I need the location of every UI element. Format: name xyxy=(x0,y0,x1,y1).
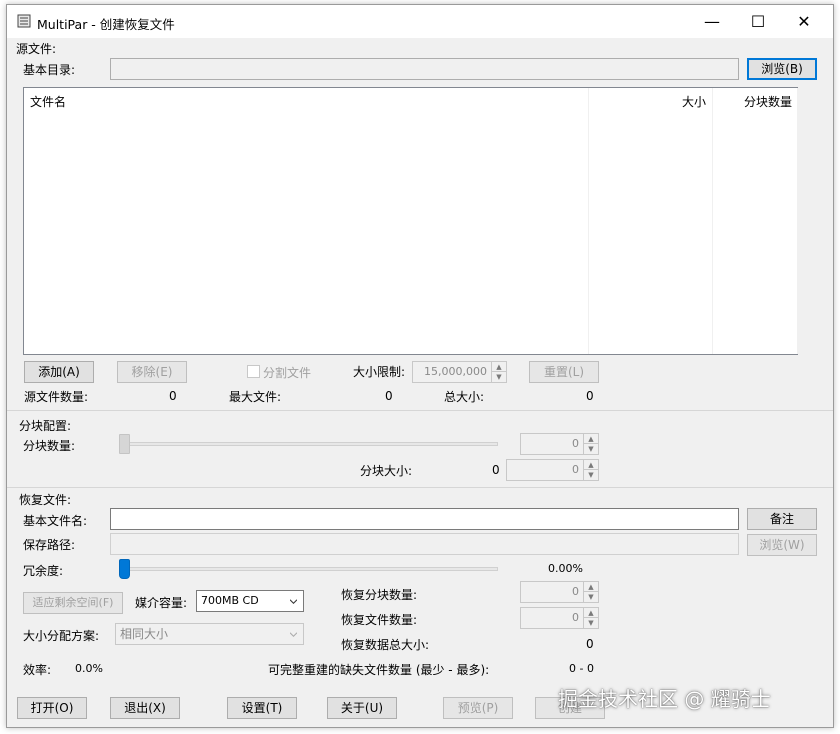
save-path-browse-button[interactable]: 浏览(W) xyxy=(747,534,817,556)
size-limit-label: 大小限制: xyxy=(353,365,406,379)
watermark-text: 掘金技术社区 @ 耀骑士 xyxy=(558,687,771,711)
preview-button[interactable]: 预览(P) xyxy=(443,697,513,719)
group-separator xyxy=(7,487,833,488)
maximize-icon: ☐ xyxy=(750,12,766,31)
block-count-slider-thumb[interactable] xyxy=(119,434,130,454)
base-name-label: 基本文件名: xyxy=(23,514,88,528)
about-button[interactable]: 关于(U) xyxy=(327,697,397,719)
max-file-value: 0 xyxy=(385,389,393,403)
column-size[interactable]: 大小 xyxy=(682,93,706,110)
window-title: MultiPar - 创建恢复文件 xyxy=(37,17,175,32)
chevron-down-icon xyxy=(290,599,297,604)
media-size-label: 媒介容量: xyxy=(135,596,188,610)
efficiency-value: 0.0% xyxy=(75,662,103,675)
source-file-list[interactable]: 文件名 大小 分块数量 xyxy=(23,87,798,355)
save-path-field xyxy=(110,533,739,555)
size-allocation-value: 相同大小 xyxy=(120,627,169,641)
split-file-label: 分割文件 xyxy=(263,366,312,380)
spin-up-icon[interactable]: ▲ xyxy=(492,362,506,372)
column-block-count[interactable]: 分块数量 xyxy=(744,93,792,110)
redundancy-value: 0.00% xyxy=(548,562,583,575)
column-filename[interactable]: 文件名 xyxy=(30,93,66,110)
size-limit-spinner[interactable]: ▲ ▼ xyxy=(491,361,507,383)
group-separator xyxy=(7,410,833,411)
total-size-value: 0 xyxy=(586,389,594,403)
recovery-total-size-value: 0 xyxy=(586,637,594,651)
fit-free-space-button[interactable]: 适应剩余空间(F) xyxy=(23,592,123,614)
column-divider xyxy=(588,88,589,354)
spin-up-icon[interactable]: ▲ xyxy=(584,608,598,618)
recovery-blocks-spinner[interactable]: ▲ ▼ xyxy=(583,581,599,603)
base-name-input[interactable] xyxy=(110,508,739,530)
close-button[interactable]: ✕ xyxy=(781,5,827,38)
max-file-label: 最大文件: xyxy=(229,390,282,404)
media-size-value: 700MB CD xyxy=(201,594,259,607)
maximize-button[interactable]: ☐ xyxy=(735,5,781,38)
recovery-blocks-input[interactable]: 0 xyxy=(520,581,584,603)
open-button[interactable]: 打开(O) xyxy=(17,697,87,719)
chevron-down-icon xyxy=(290,632,297,637)
size-limit-input[interactable]: 15,000,000 xyxy=(412,361,492,383)
recovery-files-label: 恢复文件数量: xyxy=(341,613,418,627)
spin-down-icon[interactable]: ▼ xyxy=(584,470,598,480)
spin-down-icon[interactable]: ▼ xyxy=(584,618,598,628)
redundancy-slider-thumb[interactable] xyxy=(119,559,130,579)
minimize-icon: — xyxy=(704,12,720,31)
missing-files-label: 可完整重建的缺失文件数量 (最少 - 最多): xyxy=(268,663,490,677)
recovery-group-label: 恢复文件: xyxy=(19,493,72,507)
block-count-label: 分块数量: xyxy=(23,439,76,453)
source-count-value: 0 xyxy=(169,389,177,403)
close-icon: ✕ xyxy=(797,12,811,31)
recovery-files-input[interactable]: 0 xyxy=(520,607,584,629)
spin-up-icon[interactable]: ▲ xyxy=(584,460,598,470)
media-size-select[interactable]: 700MB CD xyxy=(196,590,304,612)
block-count-input[interactable]: 0 xyxy=(520,433,584,455)
source-browse-button[interactable]: 浏览(B) xyxy=(747,58,817,80)
note-button[interactable]: 备注 xyxy=(747,508,817,530)
exit-button[interactable]: 退出(X) xyxy=(110,697,180,719)
total-size-label: 总大小: xyxy=(444,390,485,404)
minimize-button[interactable]: — xyxy=(689,5,735,38)
multipar-window: MultiPar - 创建恢复文件 — ☐ ✕ 源文件: 基本目录: 浏览(B)… xyxy=(6,4,834,728)
size-allocation-label: 大小分配方案: xyxy=(23,629,100,643)
spin-down-icon[interactable]: ▼ xyxy=(584,592,598,602)
add-button[interactable]: 添加(A) xyxy=(24,361,94,383)
spin-down-icon[interactable]: ▼ xyxy=(584,444,598,454)
block-count-slider[interactable] xyxy=(120,442,498,446)
redundancy-label: 冗余度: xyxy=(23,564,64,578)
column-divider xyxy=(797,88,798,354)
split-file-checkbox[interactable] xyxy=(247,365,260,378)
missing-files-value: 0 - 0 xyxy=(569,662,594,675)
spin-up-icon[interactable]: ▲ xyxy=(584,582,598,592)
source-group-label: 源文件: xyxy=(16,42,57,56)
settings-button[interactable]: 设置(T) xyxy=(227,697,297,719)
block-group-label: 分块配置: xyxy=(19,419,72,433)
spin-down-icon[interactable]: ▼ xyxy=(492,372,506,382)
reset-button[interactable]: 重置(L) xyxy=(529,361,599,383)
size-allocation-select[interactable]: 相同大小 xyxy=(115,623,304,645)
recovery-total-size-label: 恢复数据总大小: xyxy=(341,638,430,652)
save-path-label: 保存路径: xyxy=(23,538,76,552)
block-size-label: 分块大小: xyxy=(360,464,413,478)
spin-up-icon[interactable]: ▲ xyxy=(584,434,598,444)
base-dir-label: 基本目录: xyxy=(23,63,76,77)
block-size-input[interactable]: 0 xyxy=(506,459,584,481)
redundancy-slider[interactable] xyxy=(120,567,498,571)
title-bar: MultiPar - 创建恢复文件 — ☐ ✕ xyxy=(7,5,833,38)
recovery-blocks-label: 恢复分块数量: xyxy=(341,588,418,602)
source-count-label: 源文件数量: xyxy=(24,390,89,404)
block-count-spinner[interactable]: ▲ ▼ xyxy=(583,433,599,455)
efficiency-label: 效率: xyxy=(23,663,52,677)
block-size-value-text: 0 xyxy=(492,463,500,477)
block-size-spinner[interactable]: ▲ ▼ xyxy=(583,459,599,481)
multipar-app-icon xyxy=(17,14,31,28)
recovery-files-spinner[interactable]: ▲ ▼ xyxy=(583,607,599,629)
remove-button[interactable]: 移除(E) xyxy=(117,361,187,383)
base-dir-field xyxy=(110,58,739,80)
column-divider xyxy=(712,88,713,354)
